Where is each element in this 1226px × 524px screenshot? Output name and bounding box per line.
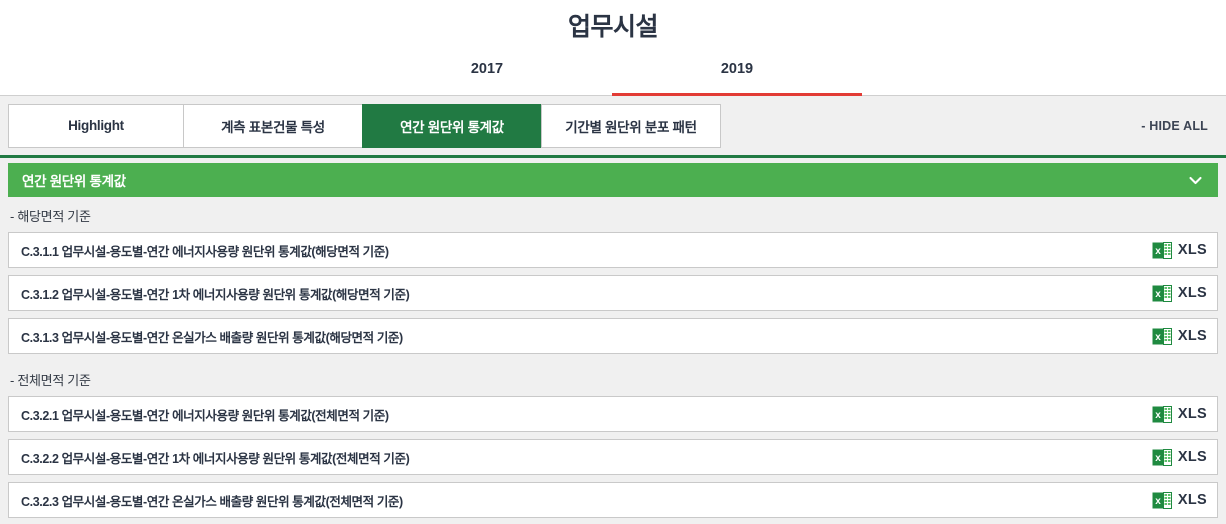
row-list-haedang: C.3.1.1 업무시설-용도별-연간 에너지사용량 원단위 통계값(해당면적 …: [0, 232, 1226, 354]
row-list-jeonche: C.3.2.1 업무시설-용도별-연간 에너지사용량 원단위 통계값(전체면적 …: [0, 396, 1226, 518]
svg-text:x: x: [1155, 246, 1161, 257]
xls-label: XLS: [1177, 449, 1207, 465]
svg-text:x: x: [1155, 332, 1161, 343]
page-root: 업무시설 2017 2019 Highlight 계측 표본건물 특성 연간 원…: [0, 0, 1226, 524]
svg-text:x: x: [1155, 496, 1161, 507]
xls-label: XLS: [1177, 492, 1207, 508]
content-area: Highlight 계측 표본건물 특성 연간 원단위 통계값 기간별 원단위 …: [0, 96, 1226, 524]
excel-xls-icon: x: [1152, 284, 1172, 302]
xls-download-button[interactable]: x XLS: [1152, 284, 1207, 303]
table-row[interactable]: C.3.1.3 업무시설-용도별-연간 온실가스 배출량 원단위 통계값(해당면…: [8, 318, 1218, 354]
excel-xls-icon: x: [1152, 405, 1172, 423]
row-label: C.3.2.3 업무시설-용도별-연간 온실가스 배출량 원단위 통계값(전체면…: [21, 494, 403, 509]
section-tab-bar: Highlight 계측 표본건물 특성 연간 원단위 통계값 기간별 원단위 …: [0, 96, 1226, 158]
tab-annual-unit-statistics-label: 연간 원단위 통계값: [400, 119, 504, 135]
row-label: C.3.2.2 업무시설-용도별-연간 1차 에너지사용량 원단위 통계값(전체…: [21, 451, 410, 466]
group-label-jeonche: - 전체면적 기준: [10, 373, 91, 388]
tab-sample-building-characteristics[interactable]: 계측 표본건물 특성: [183, 103, 363, 148]
row-label: C.3.1.3 업무시설-용도별-연간 온실가스 배출량 원단위 통계값(해당면…: [21, 330, 403, 345]
excel-xls-icon: x: [1152, 241, 1172, 259]
row-label: C.3.2.1 업무시설-용도별-연간 에너지사용량 원단위 통계값(전체면적 …: [21, 408, 389, 423]
year-tab-2019[interactable]: 2019: [612, 52, 862, 96]
xls-label: XLS: [1177, 285, 1207, 301]
chevron-down-icon[interactable]: [1187, 172, 1204, 189]
year-tab-spacer-left: [0, 52, 362, 96]
xls-download-button[interactable]: x XLS: [1152, 491, 1207, 510]
svg-text:x: x: [1155, 453, 1161, 464]
xls-download-button[interactable]: x XLS: [1152, 327, 1207, 346]
svg-text:x: x: [1155, 289, 1161, 300]
table-row[interactable]: C.3.2.3 업무시설-용도별-연간 온실가스 배출량 원단위 통계값(전체면…: [8, 482, 1218, 518]
xls-label: XLS: [1177, 328, 1207, 344]
xls-download-button[interactable]: x XLS: [1152, 241, 1207, 260]
year-tab-spacer-right: [862, 52, 1226, 96]
group-label-haedang: - 해당면적 기준: [10, 209, 91, 224]
svg-text:x: x: [1155, 410, 1161, 421]
table-row[interactable]: C.3.1.2 업무시설-용도별-연간 1차 에너지사용량 원단위 통계값(해당…: [8, 275, 1218, 311]
excel-xls-icon: x: [1152, 448, 1172, 466]
table-row[interactable]: C.3.2.2 업무시설-용도별-연간 1차 에너지사용량 원단위 통계값(전체…: [8, 439, 1218, 475]
title-area: 업무시설: [0, 0, 1226, 50]
table-row[interactable]: C.3.2.1 업무시설-용도별-연간 에너지사용량 원단위 통계값(전체면적 …: [8, 396, 1218, 432]
row-label: C.3.1.1 업무시설-용도별-연간 에너지사용량 원단위 통계값(해당면적 …: [21, 244, 389, 259]
section-header-annual-unit-statistics[interactable]: 연간 원단위 통계값: [8, 163, 1218, 197]
section-header-title: 연간 원단위 통계값: [22, 174, 126, 189]
year-tab-2017-label: 2017: [470, 61, 504, 77]
table-row[interactable]: C.3.1.1 업무시설-용도별-연간 에너지사용량 원단위 통계값(해당면적 …: [8, 232, 1218, 268]
tab-highlight-label: Highlight: [68, 118, 124, 133]
tab-period-distribution-pattern[interactable]: 기간별 원단위 분포 패턴: [541, 103, 721, 148]
tab-highlight[interactable]: Highlight: [8, 103, 184, 148]
xls-label: XLS: [1177, 406, 1207, 422]
xls-label: XLS: [1177, 242, 1207, 258]
tab-sample-building-characteristics-label: 계측 표본건물 특성: [221, 119, 325, 135]
xls-download-button[interactable]: x XLS: [1152, 448, 1207, 467]
year-tab-bar: 2017 2019: [0, 52, 1226, 96]
tab-period-distribution-pattern-label: 기간별 원단위 분포 패턴: [565, 119, 697, 135]
year-tab-2017[interactable]: 2017: [362, 52, 612, 96]
row-label: C.3.1.2 업무시설-용도별-연간 1차 에너지사용량 원단위 통계값(해당…: [21, 287, 410, 302]
year-tab-2019-label: 2019: [720, 61, 754, 77]
page-title: 업무시설: [567, 13, 659, 41]
hide-all-button[interactable]: - HIDE ALL: [1141, 119, 1208, 133]
excel-xls-icon: x: [1152, 327, 1172, 345]
xls-download-button[interactable]: x XLS: [1152, 405, 1207, 424]
excel-xls-icon: x: [1152, 491, 1172, 509]
tab-annual-unit-statistics[interactable]: 연간 원단위 통계값: [362, 103, 542, 148]
